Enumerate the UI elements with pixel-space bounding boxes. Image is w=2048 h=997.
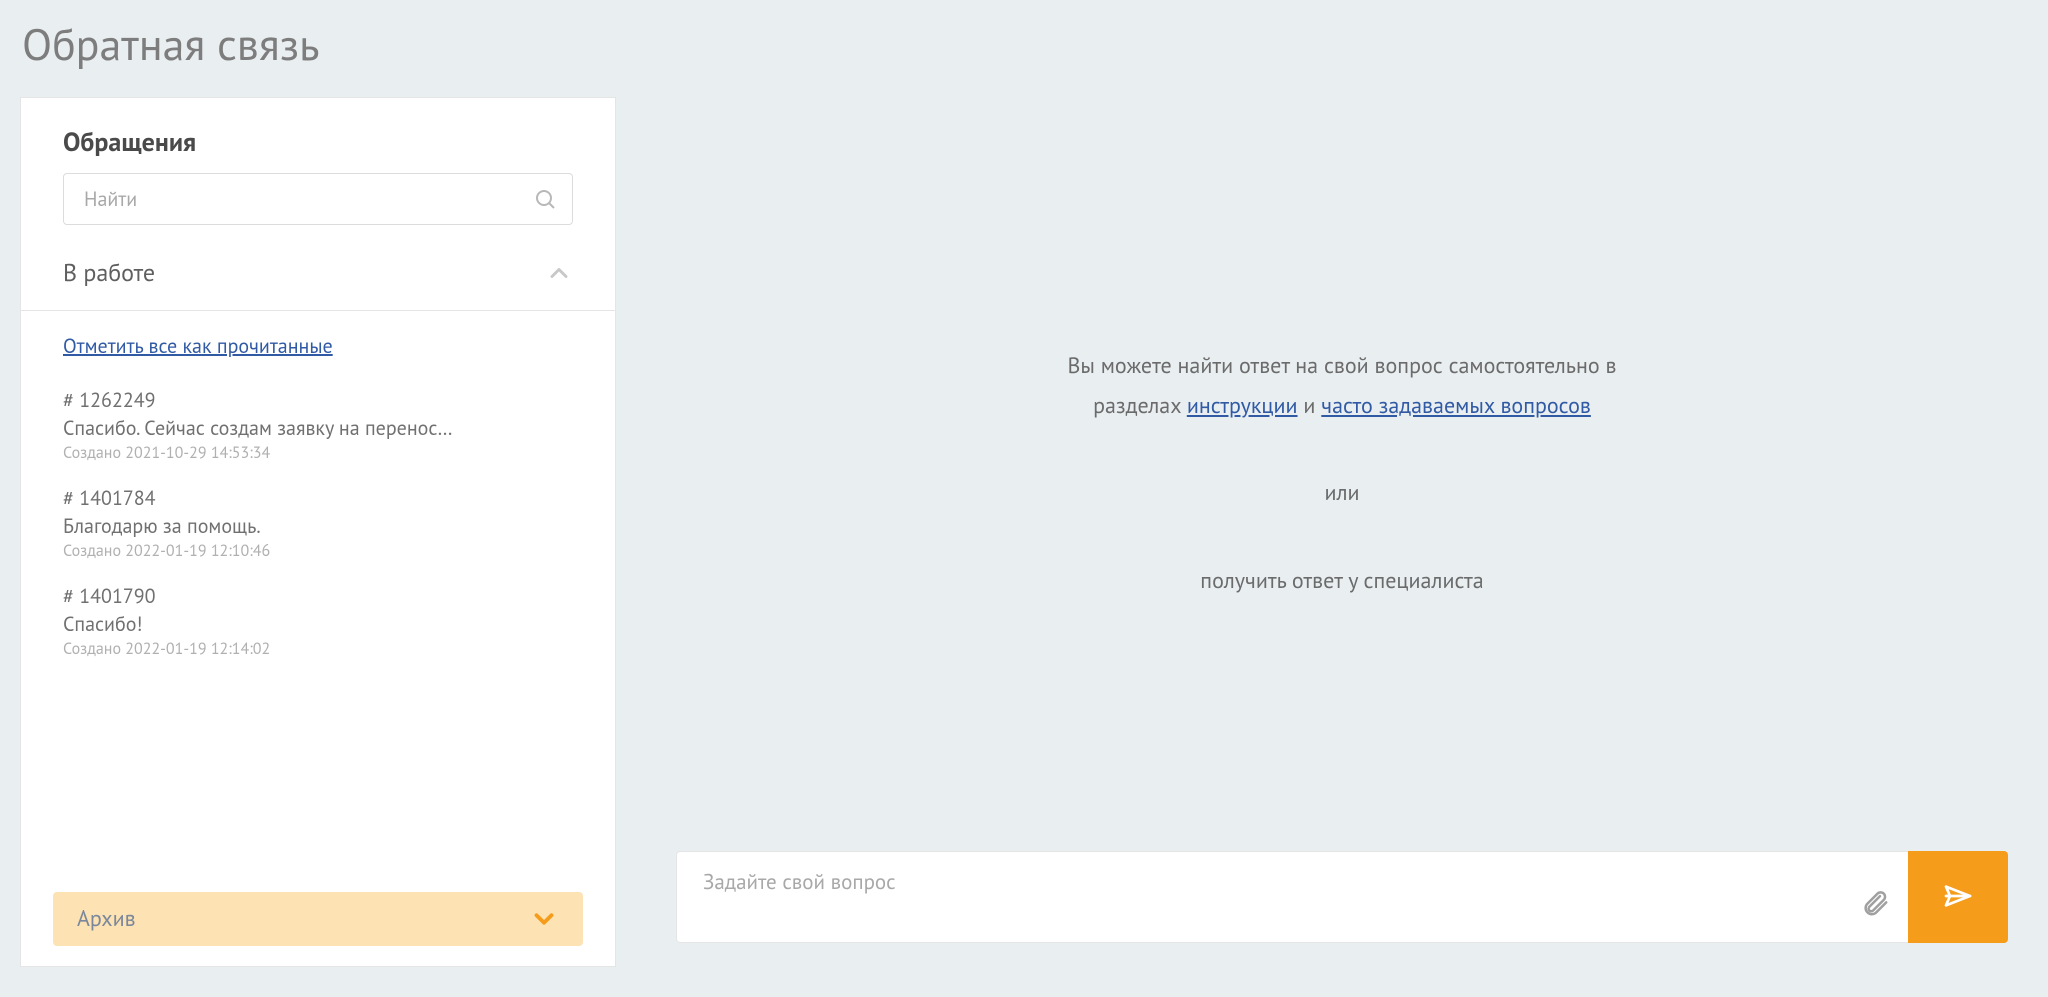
ticket-subject: Спасибо! [63,611,573,637]
ticket-id: # 1401784 [63,485,573,511]
question-input[interactable] [677,852,1908,942]
sidebar-heading: Обращения [63,126,573,159]
chevron-up-icon [545,259,573,287]
main-area: Вы можете найти ответ на свой вопрос сам… [616,97,2048,967]
page-title: Обратная связь [0,0,2048,97]
search-icon [533,187,557,211]
info-or: или [676,474,2008,514]
chevron-down-icon [529,904,559,934]
composer [676,851,2008,943]
ticket-item[interactable]: # 1401784 Благодарю за помощь. Создано 2… [63,477,573,575]
ticket-id: # 1401790 [63,583,573,609]
section-archive[interactable]: Архив [53,892,583,946]
divider [21,310,615,311]
section-archive-label: Архив [77,905,136,933]
ticket-subject: Благодарю за помощь. [63,513,573,539]
search-input[interactable] [63,173,573,225]
paperclip-icon [1860,903,1890,923]
info-block: Вы можете найти ответ на свой вопрос сам… [676,347,2008,601]
composer-field [676,851,1908,943]
sidebar: Обращения В работе [20,97,616,967]
send-button[interactable] [1908,851,2008,943]
ticket-item[interactable]: # 1262249 Спасибо. Сейчас создам заявку … [63,379,573,477]
send-icon [1942,880,1974,915]
search-wrap [63,173,573,225]
ticket-created: Создано 2021-10-29 14:53:34 [63,443,573,463]
section-in-progress-label: В работе [63,257,155,288]
info-line-2-mid: и [1298,392,1322,420]
info-line-3: получить ответ у специалиста [676,562,2008,602]
info-line-2-prefix: разделах [1093,392,1187,420]
section-in-progress[interactable]: В работе [63,253,573,310]
ticket-id: # 1262249 [63,387,573,413]
ticket-subject: Спасибо. Сейчас создам заявку на перенос… [63,415,573,441]
link-faq[interactable]: часто задаваемых вопросов [1321,392,1591,420]
link-instructions[interactable]: инструкции [1187,392,1298,420]
info-line-1: Вы можете найти ответ на свой вопрос сам… [676,347,2008,387]
info-line-2: разделах инструкции и часто задаваемых в… [676,387,2008,427]
attach-button[interactable] [1860,888,1890,918]
ticket-item[interactable]: # 1401790 Спасибо! Создано 2022-01-19 12… [63,575,573,673]
mark-all-read-link[interactable]: Отметить все как прочитанные [63,333,333,359]
ticket-created: Создано 2022-01-19 12:14:02 [63,639,573,659]
ticket-created: Создано 2022-01-19 12:10:46 [63,541,573,561]
